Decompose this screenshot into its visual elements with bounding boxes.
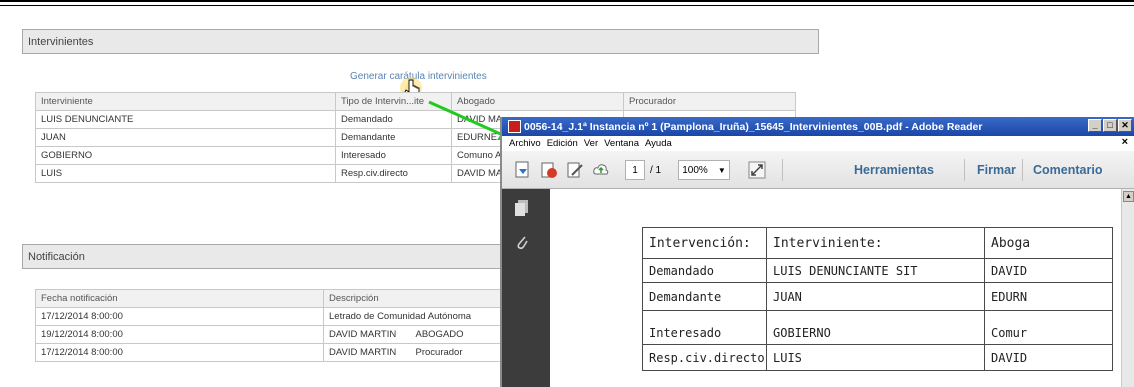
table-row[interactable]: 19/12/2014 8:00:00 DAVID MARTIN ABOGADO bbox=[35, 325, 502, 344]
vertical-scrollbar[interactable]: ▲ bbox=[1121, 189, 1134, 387]
top-frame-border bbox=[0, 0, 1134, 6]
header-descripcion: Descripción bbox=[322, 289, 502, 308]
minimize-button[interactable]: _ bbox=[1088, 119, 1102, 132]
scroll-up-icon[interactable]: ▲ bbox=[1123, 191, 1134, 202]
attachment-icon[interactable] bbox=[515, 233, 529, 251]
cell-tipo: Interesado bbox=[335, 146, 452, 165]
cell-interviniente: LUIS DENUNCIANTE bbox=[35, 110, 336, 129]
menu-ver[interactable]: Ver bbox=[584, 138, 598, 149]
comentario-button[interactable]: Comentario bbox=[1033, 163, 1102, 177]
cell-interviniente: GOBIERNO bbox=[35, 146, 336, 165]
pdf-table-row: Demandado LUIS DENUNCIANTE SIT DAVID bbox=[642, 258, 1113, 283]
pdf-cell-abogado: EDURN bbox=[984, 282, 1113, 311]
table-row[interactable]: 17/12/2014 8:00:00 DAVID MARTIN Procurad… bbox=[35, 343, 502, 362]
menu-archivo[interactable]: Archivo bbox=[509, 138, 541, 149]
page-total: / 1 bbox=[650, 165, 662, 176]
pdf-app-icon bbox=[508, 120, 521, 133]
menu-edicion[interactable]: Edición bbox=[547, 138, 578, 149]
pdf-cell-abogado: DAVID bbox=[984, 344, 1113, 371]
table-header-row: Fecha notificación Descripción bbox=[35, 289, 502, 308]
cell-descripcion: DAVID MARTIN bbox=[323, 325, 411, 344]
cell-rol: ABOGADO bbox=[410, 325, 502, 344]
cell-interviniente: JUAN bbox=[35, 128, 336, 147]
pdf-cell-intervencion: Resp.civ.directo bbox=[642, 344, 767, 371]
zoom-value: 100% bbox=[682, 164, 708, 176]
edit-document-icon[interactable] bbox=[566, 161, 584, 179]
adobe-menu-bar: Archivo Edición Ver Ventana Ayuda × bbox=[502, 136, 1134, 151]
pages-icon[interactable] bbox=[514, 199, 530, 217]
navigation-side-panel bbox=[502, 189, 550, 387]
cell-descripcion: DAVID MARTIN bbox=[323, 343, 411, 362]
intervinientes-section-header: Intervinientes bbox=[22, 29, 819, 54]
notificacion-table: Fecha notificación Descripción 17/12/201… bbox=[35, 289, 502, 362]
cell-rol: Procurador bbox=[410, 343, 502, 362]
table-row[interactable]: 17/12/2014 8:00:00 Letrado de Comunidad … bbox=[35, 307, 502, 326]
pdf-cell-interviniente: JUAN bbox=[766, 282, 985, 311]
page-number-input[interactable]: 1 bbox=[625, 160, 645, 180]
create-pdf-icon[interactable] bbox=[540, 161, 558, 179]
notificacion-section-header: Notificación bbox=[22, 244, 502, 269]
pdf-header-row: Intervención: Interviniente: Aboga bbox=[642, 227, 1113, 259]
herramientas-button[interactable]: Herramientas bbox=[854, 163, 934, 177]
cell-tipo: Resp.civ.directo bbox=[335, 164, 452, 183]
adobe-window-title: 0056-14_J.1ª Instancia nº 1 (Pamplona_Ir… bbox=[524, 120, 983, 133]
cell-interviniente: LUIS bbox=[35, 164, 336, 183]
pdf-document-area: ▲ Intervención: Interviniente: Aboga Dem… bbox=[550, 189, 1134, 387]
pdf-header-intervencion: Intervención: bbox=[642, 227, 767, 259]
cell-fecha: 17/12/2014 8:00:00 bbox=[35, 343, 324, 362]
fullscreen-icon[interactable] bbox=[748, 161, 766, 179]
adobe-reader-window: 0056-14_J.1ª Instancia nº 1 (Pamplona_Ir… bbox=[500, 117, 1134, 387]
pdf-cell-interviniente: LUIS DENUNCIANTE SIT bbox=[766, 258, 985, 283]
pdf-cell-intervencion: Demandado bbox=[642, 258, 767, 283]
header-procurador: Procurador bbox=[623, 92, 796, 111]
pdf-cell-intervencion: Demandante bbox=[642, 282, 767, 311]
close-button[interactable]: ✕ bbox=[1118, 119, 1132, 132]
pdf-table-row: Resp.civ.directo LUIS DAVID bbox=[642, 344, 1113, 371]
pdf-cell-abogado: Comur bbox=[984, 310, 1113, 345]
header-interviniente: Interviniente bbox=[35, 92, 336, 111]
table-header-row: Interviniente Tipo de Intervin...ite Abo… bbox=[35, 92, 796, 111]
cell-fecha: 17/12/2014 8:00:00 bbox=[35, 307, 324, 326]
pdf-header-interviniente: Interviniente: bbox=[766, 227, 985, 259]
menu-ayuda[interactable]: Ayuda bbox=[645, 138, 672, 149]
chevron-down-icon: ▼ bbox=[717, 165, 726, 175]
pdf-table-row: Interesado GOBIERNO Comur bbox=[642, 310, 1113, 345]
toolbar-separator bbox=[964, 159, 965, 181]
toolbar-separator bbox=[1022, 159, 1023, 181]
document-close-icon[interactable]: × bbox=[1122, 136, 1128, 148]
pdf-cell-interviniente: GOBIERNO bbox=[766, 310, 985, 345]
intervinientes-title: Intervinientes bbox=[28, 35, 94, 48]
adobe-toolbar: 1 / 1 100% ▼ Herramientas Firmar Comenta… bbox=[502, 151, 1134, 189]
pdf-cell-interviniente: LUIS bbox=[766, 344, 985, 371]
header-fecha: Fecha notificación bbox=[35, 289, 324, 308]
zoom-select[interactable]: 100% ▼ bbox=[678, 160, 730, 180]
cell-descripcion: Letrado de Comunidad Autónoma bbox=[322, 307, 502, 326]
pdf-table-row: Demandante JUAN EDURN bbox=[642, 282, 1113, 311]
pdf-cell-intervencion: Interesado bbox=[642, 310, 767, 345]
save-icon[interactable] bbox=[514, 161, 532, 179]
cell-fecha: 19/12/2014 8:00:00 bbox=[35, 325, 324, 344]
adobe-title-bar[interactable]: 0056-14_J.1ª Instancia nº 1 (Pamplona_Ir… bbox=[502, 117, 1134, 136]
notificacion-title: Notificación bbox=[28, 250, 85, 263]
pdf-cell-abogado: DAVID bbox=[984, 258, 1113, 283]
toolbar-separator bbox=[782, 159, 783, 181]
menu-ventana[interactable]: Ventana bbox=[604, 138, 639, 149]
firmar-button[interactable]: Firmar bbox=[977, 163, 1016, 177]
maximize-button[interactable]: □ bbox=[1103, 119, 1117, 132]
cloud-upload-icon[interactable] bbox=[592, 161, 610, 179]
pdf-intervinientes-table: Intervención: Interviniente: Aboga Deman… bbox=[642, 227, 1113, 371]
pdf-header-abogado: Aboga bbox=[984, 227, 1113, 259]
